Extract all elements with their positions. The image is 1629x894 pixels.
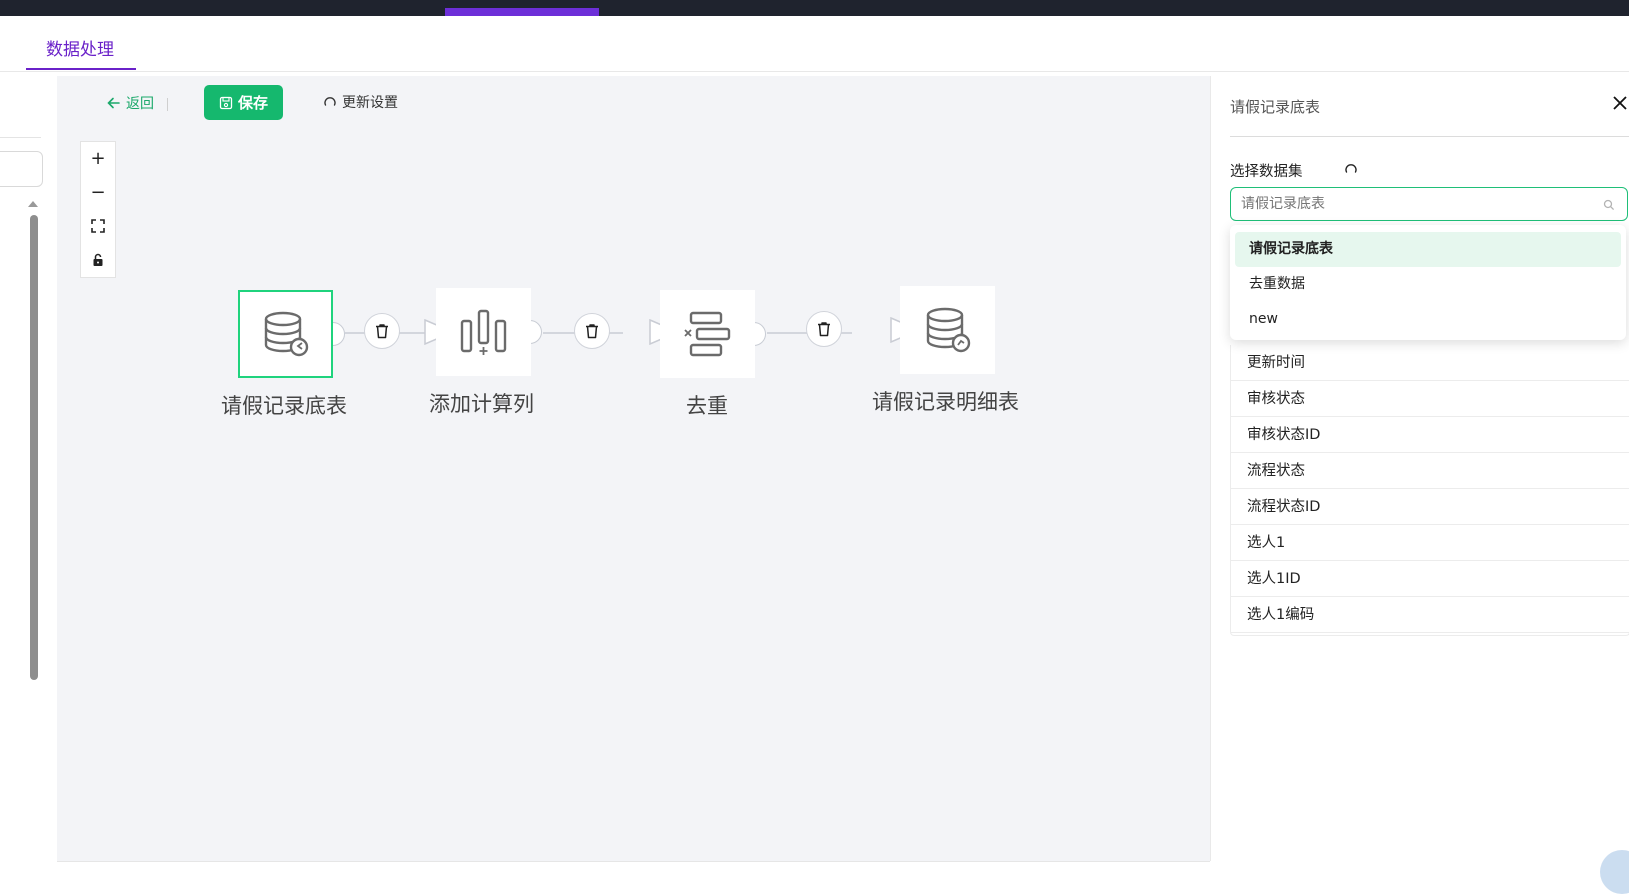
flow-node-source[interactable] — [238, 290, 333, 378]
flow-node-output[interactable] — [900, 286, 995, 374]
floating-assistant-button[interactable] — [1600, 850, 1629, 894]
tab-bar — [0, 16, 1629, 72]
field-row[interactable]: 审核状态ID — [1231, 417, 1629, 453]
field-row[interactable]: 选人1ID — [1231, 561, 1629, 597]
back-button-label: 返回 — [126, 96, 154, 112]
dataset-dropdown: 请假记录底表 去重数据 new — [1230, 225, 1626, 340]
field-row[interactable]: 审核状态 — [1231, 381, 1629, 417]
tab-data-processing[interactable]: 数据处理 — [46, 35, 114, 60]
refresh-icon — [324, 97, 336, 106]
fit-view-button[interactable] — [81, 210, 115, 244]
left-sidebar — [0, 72, 57, 872]
refresh-icon — [1345, 164, 1357, 173]
flow-node-dedupe[interactable] — [660, 290, 755, 378]
node-label: 添加计算列 — [429, 392, 534, 416]
top-bar — [0, 0, 1629, 16]
node-label: 请假记录底表 — [221, 394, 347, 418]
field-row[interactable]: 选人1 — [1231, 525, 1629, 561]
left-sidebar-divider — [0, 137, 41, 138]
dataset-refresh-button[interactable] — [1344, 161, 1358, 180]
zoom-out-button[interactable]: − — [81, 176, 115, 210]
toolbar-divider — [167, 98, 168, 111]
trash-icon — [586, 324, 598, 339]
update-settings-button[interactable]: 更新设置 — [323, 92, 398, 112]
lock-button[interactable] — [81, 243, 115, 277]
close-icon — [1613, 96, 1627, 110]
update-settings-label: 更新设置 — [342, 95, 398, 111]
dropdown-option[interactable]: 去重数据 — [1235, 267, 1621, 302]
delete-edge-button[interactable] — [806, 311, 842, 347]
close-button[interactable] — [1612, 92, 1628, 116]
zoom-control-panel: + − — [80, 141, 116, 278]
field-row[interactable]: 流程状态 — [1231, 453, 1629, 489]
arrow-left-icon — [107, 97, 120, 109]
zoom-in-button[interactable]: + — [81, 142, 115, 176]
canvas-bottom-bar — [57, 861, 1210, 873]
lock-icon — [93, 253, 103, 267]
side-panel-divider — [1230, 136, 1629, 137]
fullscreen-icon — [91, 219, 105, 234]
field-row[interactable]: 更新时间 — [1231, 345, 1629, 381]
delete-edge-button[interactable] — [364, 313, 400, 349]
dataset-label: 选择数据集 — [1230, 164, 1303, 180]
scroll-up-arrow-icon[interactable] — [28, 201, 38, 207]
node-label: 请假记录明细表 — [872, 390, 1019, 414]
side-panel-title: 请假记录底表 — [1230, 98, 1321, 116]
compute-column-icon — [460, 309, 506, 355]
dedupe-icon — [683, 311, 730, 357]
dataset-select-input[interactable] — [1230, 187, 1628, 221]
tab-active-underline — [26, 68, 136, 70]
flow-canvas[interactable] — [57, 76, 1211, 861]
search-icon — [1603, 196, 1615, 215]
database-output-icon — [926, 307, 970, 353]
field-list: 更新时间 审核状态 审核状态ID 流程状态 流程状态ID 选人1 选人1ID 选… — [1230, 345, 1629, 636]
node-label: 去重 — [686, 394, 728, 418]
delete-edge-button[interactable] — [574, 313, 610, 349]
left-sidebar-search-input[interactable] — [0, 151, 43, 187]
field-row[interactable]: 选人1编码 — [1231, 597, 1629, 633]
left-scrollbar-thumb[interactable] — [30, 215, 38, 680]
trash-icon — [376, 324, 388, 339]
database-input-icon — [264, 311, 308, 357]
dropdown-option[interactable]: new — [1235, 302, 1621, 337]
top-bar-active-indicator — [445, 8, 599, 16]
field-row[interactable]: 流程状态ID — [1231, 489, 1629, 525]
save-button-label: 保存 — [237, 94, 268, 112]
flow-node-compute[interactable] — [436, 288, 531, 376]
save-icon — [219, 96, 233, 109]
back-button[interactable]: 返回 — [107, 93, 154, 113]
save-button[interactable]: 保存 — [204, 85, 283, 120]
trash-icon — [818, 322, 830, 337]
dropdown-option[interactable]: 请假记录底表 — [1235, 232, 1621, 267]
